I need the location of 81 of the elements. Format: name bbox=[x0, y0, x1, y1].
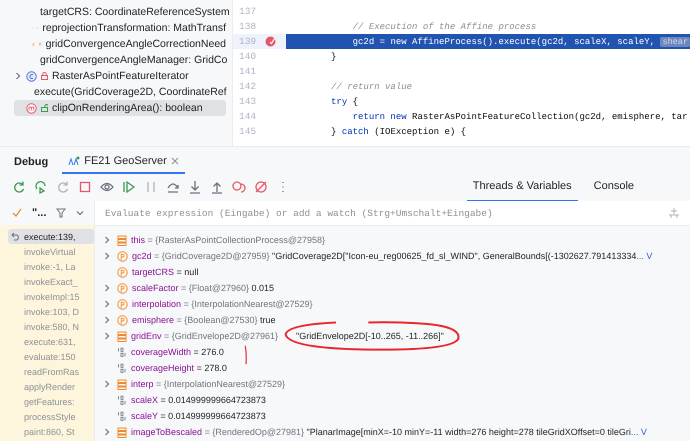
check-icon bbox=[12, 208, 22, 218]
variable-entry[interactable]: gc2d = {GridCoverage2D@27959} "GridCoverage2D["Icon-eu_reg00625_fd_sl_WIND", GeneralBounds[(-1302627.791413334... V bbox=[132, 251, 652, 261]
line-number: 138 bbox=[238, 21, 258, 32]
parameter-icon bbox=[117, 314, 128, 326]
hand-drawn-line bbox=[243, 345, 249, 365]
stop-icon[interactable] bbox=[78, 180, 92, 194]
primitive-icon bbox=[117, 346, 127, 358]
line-number: 144 bbox=[238, 111, 258, 122]
variable-entry[interactable]: imageToBescaled = {RenderedOp@27981} "PlanarImage[minX=-10 minY=-11 width=276 height=278 tileGridXOffset=0 tileGri... V bbox=[131, 427, 647, 437]
line-number: 137 bbox=[238, 6, 258, 17]
variable-entry[interactable]: this = {RasterAsPointCollectionProcess@27958} bbox=[131, 235, 326, 245]
variable-entry[interactable]: coverageWidth = 276.0 bbox=[131, 347, 224, 357]
object-icon bbox=[117, 330, 127, 342]
resume-icon[interactable] bbox=[122, 180, 136, 194]
line-number: 139 bbox=[238, 36, 258, 47]
line-number: 143 bbox=[238, 96, 258, 107]
method-icon bbox=[26, 102, 37, 114]
code-line: try { bbox=[331, 96, 358, 106]
variable-entry[interactable]: scaleX = 0.014999999664723873 bbox=[131, 395, 266, 405]
line-number: 141 bbox=[238, 66, 258, 77]
primitive-icon bbox=[117, 394, 127, 406]
code-line: // Execution of the Affine process bbox=[352, 22, 536, 32]
step-out-icon[interactable] bbox=[210, 180, 224, 194]
view-tab[interactable]: Console bbox=[588, 172, 640, 202]
unlocked-icon bbox=[41, 104, 48, 112]
evaluate-field[interactable]: Evaluate expression (Eingabe) or add a watch (Strg+Umschalt+Eingabe) bbox=[95, 201, 690, 226]
code-line: // return value bbox=[331, 82, 412, 92]
variable-value: "GridEnvelope2D[-10..265, -11..266]" bbox=[296, 331, 444, 341]
rerun-icon[interactable] bbox=[12, 180, 26, 194]
stack-frame[interactable]: execute:139, bbox=[8, 229, 94, 244]
object-icon bbox=[117, 426, 127, 438]
primitive-icon bbox=[117, 410, 127, 422]
code-line: } bbox=[331, 52, 336, 62]
server-icon bbox=[68, 156, 80, 166]
class-icon bbox=[26, 70, 37, 82]
variable-entry[interactable]: scaleFactor = {Float@27960} 0.015 bbox=[132, 283, 274, 293]
structure-item[interactable]: gridConvergenceAngleCorrectionNeed bbox=[14, 36, 226, 52]
code-line: gc2d = new AffineProcess().execute(gc2d, scaleX, scaleY, bbox=[352, 36, 656, 46]
chevron-icon[interactable] bbox=[103, 428, 111, 436]
primitive-icon bbox=[117, 362, 127, 374]
thread-selector[interactable]: "... bbox=[32, 207, 46, 219]
parameter-icon bbox=[117, 250, 128, 262]
structure-item[interactable]: reprojectionTransformation: MathTransf bbox=[14, 20, 226, 36]
variable-entry[interactable]: interp = {InterpolationNearest@27529} bbox=[131, 379, 286, 389]
variable-entry[interactable]: emisphere = {Boolean@27530} true bbox=[132, 315, 276, 325]
chevron-icon[interactable] bbox=[103, 380, 111, 388]
parameter-icon bbox=[117, 266, 128, 278]
chevron-icon[interactable] bbox=[14, 72, 22, 80]
structure-item[interactable]: RasterAsPointFeatureIterator bbox=[14, 68, 226, 84]
filter-icon[interactable] bbox=[56, 208, 66, 218]
restart-icon[interactable] bbox=[56, 180, 70, 194]
parameter-hint: shear bbox=[660, 36, 690, 46]
breakpoints-icon[interactable] bbox=[232, 180, 246, 194]
code-line: return new RasterAsPointFeatureCollection(gc2d, emisphere, tar bbox=[352, 112, 688, 122]
eye-icon[interactable] bbox=[100, 180, 114, 194]
line-number: 142 bbox=[238, 81, 258, 92]
variable-entry[interactable]: scaleY = 0.014999999664723873 bbox=[131, 411, 266, 421]
structure-item[interactable]: execute(GridCoverage2D, CoordinateRef bbox=[14, 84, 226, 100]
step-into-icon[interactable] bbox=[188, 180, 202, 194]
object-icon bbox=[117, 234, 127, 246]
panel-title: Debug bbox=[14, 156, 48, 168]
object-icon bbox=[117, 378, 127, 390]
session-tab[interactable]: FE21 GeoServer bbox=[62, 150, 185, 174]
breakpoint-icon[interactable] bbox=[265, 36, 276, 47]
variable-entry[interactable]: coverageHeight = 278.0 bbox=[131, 363, 227, 373]
chevron-icon[interactable] bbox=[76, 209, 84, 217]
variable-entry[interactable]: interpolation = {InterpolationNearest@27529} bbox=[132, 299, 313, 309]
line-number: 145 bbox=[238, 126, 258, 137]
close-icon[interactable] bbox=[170, 157, 179, 165]
structure-item[interactable]: gridConvergenceAngleManager: GridCo bbox=[14, 52, 226, 68]
parameter-icon bbox=[117, 298, 128, 310]
return-arrow-icon bbox=[11, 232, 21, 241]
rerun-tests-icon[interactable] bbox=[34, 180, 48, 194]
line-number: 140 bbox=[238, 51, 258, 62]
structure-item[interactable]: clipOnRenderingArea(): boolean bbox=[14, 100, 226, 116]
variable-entry[interactable]: gridEnv = {GridEnvelope2D@27961} bbox=[131, 331, 278, 341]
mute-breakpoints-icon[interactable] bbox=[254, 180, 268, 194]
variable-entry[interactable]: targetCRS = null bbox=[132, 267, 198, 277]
expression-input[interactable]: Evaluate expression (Eingabe) or add a watch (Strg+Umschalt+Eingabe) bbox=[103, 206, 664, 220]
parameter-icon bbox=[117, 282, 128, 294]
code-line: } catch (IOException e) { bbox=[331, 126, 466, 136]
